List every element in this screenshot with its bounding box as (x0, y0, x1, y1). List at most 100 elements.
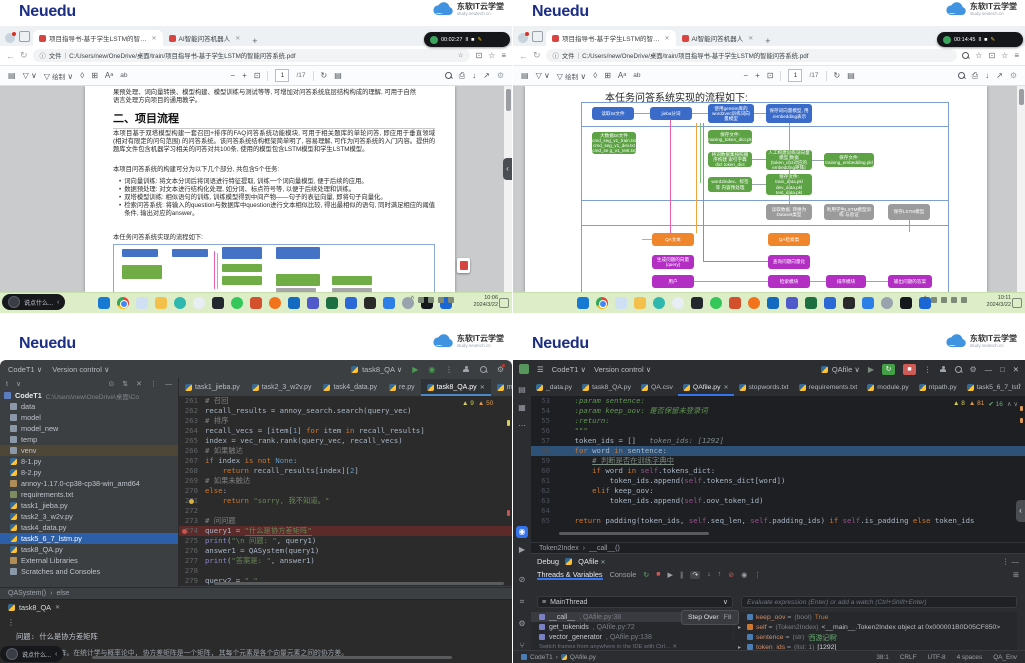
recording-overlay[interactable]: 00:14:45 Ⅱ ■ ✎ (937, 32, 1023, 47)
comment-overlay[interactable]: 说点什么... ‹ (2, 294, 65, 310)
taskbar-icon[interactable] (117, 297, 129, 309)
collapse-chevron-icon[interactable]: ‹ (503, 158, 512, 180)
save-icon[interactable]: ↓ (985, 71, 989, 80)
select-tool-icon[interactable]: ▽ ∨ (536, 71, 550, 80)
tab-actions-icon[interactable] (19, 31, 30, 42)
editor-tab[interactable]: task5_6_7_lstr (962, 379, 1025, 396)
tab-threads-variables[interactable]: Threads & Variables (537, 570, 603, 580)
more-icon[interactable]: ⋮ (445, 365, 453, 374)
locate-icon[interactable]: ⊙ (108, 380, 114, 388)
editor-tab[interactable]: QAfile.py (678, 379, 734, 396)
annotate-icon[interactable]: ✎ (990, 37, 995, 43)
expand-all-icon[interactable]: ⇅ (122, 380, 128, 388)
hamburger-menu-icon[interactable]: ☰ (537, 365, 544, 374)
code-line[interactable]: 63 token_ids.append(self.oov_token_id) (531, 496, 1025, 506)
code-line[interactable]: 268 return recall_results[index][2] (179, 466, 512, 476)
read-aloud-icon[interactable]: Aᵃ (618, 71, 626, 80)
fit-page-icon[interactable]: ⊡ (254, 71, 261, 80)
code-line[interactable]: 59 # 判断是否在训练字典中 (531, 456, 1025, 466)
code-line[interactable]: 53 :param sentence: (531, 396, 1025, 406)
services-tool-icon[interactable]: ⚙ (516, 618, 528, 630)
notification-icon[interactable] (1012, 298, 1022, 308)
taskbar-icon[interactable] (136, 297, 148, 309)
step-over-icon[interactable]: ↷ (690, 571, 700, 579)
settings-icon[interactable]: ⚙ (1010, 71, 1017, 80)
more-icon[interactable]: ⋮ (924, 365, 932, 374)
code-line[interactable]: 266# 如果触达 (179, 446, 512, 456)
code-line[interactable]: 275print("\n 问题: ", query1) (179, 536, 512, 546)
code-line[interactable]: 56 """ (531, 426, 1025, 436)
pdf-scrollbar[interactable] (1017, 86, 1025, 292)
run-tab[interactable]: task8_QA (0, 600, 512, 615)
taskbar-icon[interactable] (843, 297, 855, 309)
layout-icon[interactable]: ⊞ (1013, 571, 1019, 579)
system-tray[interactable]: ^ (924, 297, 967, 303)
extensions-icon[interactable]: ≡ (1014, 51, 1019, 60)
project-tree-item[interactable]: task5_6_7_lstm.py (0, 533, 178, 544)
browser-tab[interactable]: AI智能问答机器人 (163, 30, 247, 46)
browser-tab[interactable]: AI智能问答机器人 (676, 30, 760, 46)
page-view-icon[interactable]: ▤ (847, 71, 855, 80)
taskbar-icon[interactable] (288, 297, 300, 309)
view-breakpoints-icon[interactable]: ◉ (741, 571, 747, 579)
taskbar-icon[interactable] (634, 297, 646, 309)
page-number-input[interactable]: 1 (275, 69, 289, 82)
inspection-widget[interactable]: ▲ 8 ▲ 81 ✔ 16 ∧ ∨ (953, 400, 1018, 408)
project-panel-header[interactable]: t∨ ⊙ ⇅ ✕ ⋮ — (0, 378, 178, 390)
collapse-icon[interactable]: ‹ (57, 299, 59, 306)
taskbar-icon[interactable] (615, 297, 627, 309)
taskbar-icon[interactable] (767, 297, 779, 309)
editor-tab[interactable]: _data.py (531, 379, 577, 396)
taskbar-icon[interactable] (155, 297, 167, 309)
taskbar-icon[interactable] (596, 297, 608, 309)
settings-icon[interactable]: ⚙ (497, 71, 504, 80)
project-tree-item[interactable]: temp (0, 434, 178, 445)
taskbar-clock[interactable]: 10:112024/3/22 (987, 295, 1011, 309)
info-icon[interactable]: ⓘ (40, 51, 46, 60)
taskbar-icon[interactable] (193, 297, 205, 309)
taskbar-icon[interactable] (212, 297, 224, 309)
comment-overlay[interactable]: 说点什么... ‹ (0, 646, 63, 662)
zoom-out-icon[interactable]: − (743, 71, 748, 80)
inspection-widget[interactable]: ▲ 9 ▲ 50 (462, 400, 493, 407)
more-tools-icon[interactable]: ⋯ (516, 420, 528, 432)
project-tree-item[interactable]: annoy-1.17.0-cp38-cp38-win_amd64 (0, 478, 178, 489)
project-tree-item[interactable]: task1_jieba.py (0, 500, 178, 511)
debug-session-tab[interactable]: QAfile (578, 557, 605, 566)
status-item[interactable]: CRLF (900, 654, 917, 661)
ab-icon[interactable]: ab (120, 72, 127, 79)
project-tool-icon[interactable]: ▤ (516, 384, 528, 396)
project-tree-item[interactable]: task8_QA.py (0, 544, 178, 555)
new-tab-button[interactable]: + (252, 36, 257, 46)
rotate-icon[interactable]: ↻ (834, 71, 841, 80)
close-icon[interactable]: ✕ (1013, 365, 1019, 374)
zoom-out-icon[interactable]: − (230, 71, 235, 80)
tab-actions-icon[interactable] (532, 31, 543, 42)
collapse-chevron-icon[interactable]: ‹ (1016, 500, 1025, 522)
code-line[interactable]: 271 return "sorry, 我不知道。" (179, 496, 512, 506)
panel-options-icon[interactable]: ⋮ (150, 380, 157, 388)
taskbar-icon[interactable] (345, 297, 357, 309)
code-line[interactable]: 264recall_vecs = [item[1] for item in re… (179, 426, 512, 436)
fit-page-icon[interactable]: ⊡ (767, 71, 774, 80)
prev-next-icons[interactable]: ∧ ∨ (1007, 400, 1018, 408)
run-icon[interactable]: ▶ (868, 365, 874, 374)
run-config-selector[interactable]: task8_QA ∨ (362, 365, 402, 374)
debug-icon[interactable]: ◉ (428, 365, 435, 374)
new-tab-button[interactable]: + (765, 36, 770, 46)
add-user-icon[interactable] (463, 366, 470, 373)
draw-tool-icon[interactable]: ▽ 绘制 ∨ (44, 71, 73, 81)
taskbar-icon[interactable] (653, 297, 665, 309)
code-line[interactable]: 60 if word in self.tokens_dict: (531, 466, 1025, 476)
browser-tab[interactable]: 项目指导书-基于学生LSTM的智… (546, 30, 676, 46)
editor-tab[interactable]: QA.csv (636, 379, 678, 396)
profile-icon[interactable] (518, 33, 528, 43)
code-line[interactable]: 57 token_ids = [] token_ids: [1292] (531, 436, 1025, 446)
editor-tab[interactable]: stopwords.txt (734, 379, 794, 396)
taskbar-icon[interactable] (710, 297, 722, 309)
project-tree-item[interactable]: venv (0, 445, 178, 456)
search-everywhere-icon[interactable] (480, 366, 487, 373)
taskbar-icon[interactable] (250, 297, 262, 309)
url-field[interactable]: ⓘ 文件 | C:/Users/new/OneDrive/桌面/train/项目… (546, 49, 958, 62)
pause-icon[interactable]: Ⅱ (465, 37, 468, 43)
